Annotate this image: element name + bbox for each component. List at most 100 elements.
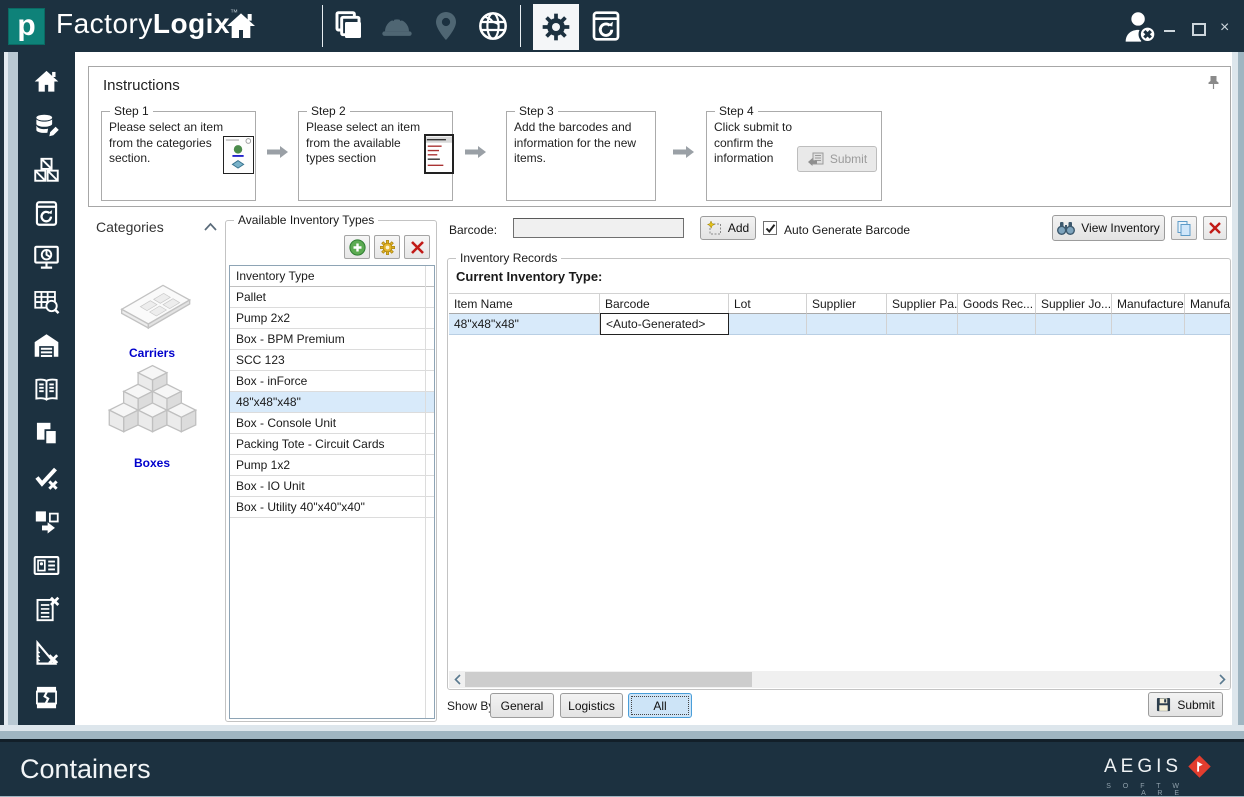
step-arrow-icon xyxy=(465,145,487,159)
column-header[interactable]: Barcode xyxy=(600,293,729,314)
warehouse-icon[interactable] xyxy=(33,332,60,359)
history-book-icon[interactable] xyxy=(33,200,60,227)
id-card-icon[interactable] xyxy=(33,552,60,579)
list-item[interactable]: Box - BPM Premium xyxy=(230,329,434,350)
cell-lot[interactable] xyxy=(729,314,807,335)
list-item[interactable]: Box - inForce xyxy=(230,371,434,392)
view-inventory-button[interactable]: View Inventory xyxy=(1052,215,1165,241)
step-1-label: Step 1 xyxy=(110,104,153,118)
list-item[interactable]: Pallet xyxy=(230,287,434,308)
submit-button[interactable]: Submit xyxy=(1148,692,1223,717)
add-type-button[interactable] xyxy=(344,235,370,259)
scroll-right-arrow[interactable] xyxy=(1214,671,1230,688)
list-x-icon[interactable] xyxy=(33,596,60,623)
list-item[interactable]: Box - Console Unit xyxy=(230,413,434,434)
column-header[interactable]: Supplier Jo... xyxy=(1036,293,1112,314)
aegis-diamond-icon xyxy=(1186,752,1214,782)
table-search-icon[interactable] xyxy=(33,288,60,315)
cell-item-name[interactable]: 48"x48"x48" xyxy=(449,314,600,335)
inventory-records-title: Inventory Records xyxy=(456,251,561,265)
available-types-title: Available Inventory Types xyxy=(234,213,378,227)
column-header[interactable]: Manufac... xyxy=(1185,293,1230,314)
dashboard-monitor-icon[interactable] xyxy=(33,244,60,271)
scroll-left-arrow[interactable] xyxy=(449,671,465,688)
table-row[interactable]: 48"x48"x48" <Auto-Generated> xyxy=(449,314,1230,335)
category-carriers-label[interactable]: Carriers xyxy=(75,346,232,360)
page-title: Containers xyxy=(20,754,151,785)
location-pin-icon[interactable] xyxy=(430,10,462,42)
crates-icon[interactable] xyxy=(33,156,60,183)
show-by-logistics-button[interactable]: Logistics xyxy=(560,693,623,718)
inventory-types-header: Inventory Type xyxy=(230,266,434,287)
check-x-icon[interactable] xyxy=(33,464,60,491)
cell-goods-received[interactable] xyxy=(958,314,1036,335)
ruler-x-icon[interactable] xyxy=(33,640,60,667)
maximize-button[interactable] xyxy=(1192,22,1204,34)
add-button[interactable]: Add xyxy=(700,216,756,240)
copy-button[interactable] xyxy=(1171,216,1197,240)
cell-supplier[interactable] xyxy=(807,314,887,335)
category-carriers[interactable] xyxy=(115,264,195,344)
damaged-box-icon[interactable] xyxy=(33,684,60,711)
category-boxes[interactable] xyxy=(105,362,200,454)
cell-manufacturer[interactable] xyxy=(1112,314,1185,335)
database-edit-icon[interactable] xyxy=(33,112,60,139)
step-1-box: Step 1 Please select an item from the ca… xyxy=(101,111,256,201)
collapse-chevron-icon[interactable] xyxy=(203,222,218,232)
titlebar-separator xyxy=(520,5,521,47)
home-icon[interactable] xyxy=(225,10,257,42)
cell-supplier-job[interactable] xyxy=(1036,314,1112,335)
documents-icon[interactable] xyxy=(33,420,60,447)
column-header[interactable]: Item Name xyxy=(449,293,600,314)
list-item[interactable]: Pump 1x2 xyxy=(230,455,434,476)
list-item[interactable]: Packing Tote - Circuit Cards xyxy=(230,434,434,455)
list-item-selected[interactable]: 48"x48"x48" xyxy=(230,392,434,413)
categories-title: Categories xyxy=(96,219,164,235)
step-2-text: Please select an item from the available… xyxy=(306,120,424,167)
cell-barcode-focused[interactable]: <Auto-Generated> xyxy=(600,313,729,335)
step-submit-button[interactable]: Submit xyxy=(797,146,877,172)
globe-icon[interactable] xyxy=(477,10,509,42)
chevron-left-icon xyxy=(454,674,461,685)
category-boxes-label[interactable]: Boxes xyxy=(75,456,232,470)
gear-yellow-icon xyxy=(379,239,396,256)
list-item[interactable]: SCC 123 xyxy=(230,350,434,371)
minimize-button[interactable] xyxy=(1164,22,1176,34)
column-header[interactable]: Supplier Pa... xyxy=(887,293,958,314)
scrollbar-thumb[interactable] xyxy=(465,672,752,687)
column-header[interactable]: Supplier xyxy=(807,293,887,314)
list-item[interactable]: Box - Utility 40"x40"x40" xyxy=(230,497,434,518)
window-frame-bottom xyxy=(0,725,1244,739)
plus-icon xyxy=(349,239,366,256)
step-4-box: Step 4 Click submit to confirm the infor… xyxy=(706,111,882,201)
hardhat-icon[interactable] xyxy=(381,10,413,42)
list-item[interactable]: Pump 2x2 xyxy=(230,308,434,329)
column-header[interactable]: Lot xyxy=(729,293,807,314)
column-header[interactable]: Manufacturer xyxy=(1112,293,1185,314)
cell-manufacturer-part[interactable] xyxy=(1185,314,1230,335)
titlebar: p FactoryLogix™ xyxy=(0,0,1244,52)
cell-supplier-part[interactable] xyxy=(887,314,958,335)
horizontal-scrollbar[interactable] xyxy=(449,671,1230,688)
user-logout-icon[interactable] xyxy=(1122,8,1160,46)
box-transfer-icon[interactable] xyxy=(33,508,60,535)
edit-type-button[interactable] xyxy=(374,235,400,259)
layers-icon[interactable] xyxy=(333,10,365,42)
available-types-group: Available Inventory Types xyxy=(225,220,437,722)
pin-icon[interactable] xyxy=(1207,75,1220,90)
step-3-text: Add the barcodes and information for the… xyxy=(514,120,646,167)
auto-generate-checkbox[interactable] xyxy=(763,221,777,235)
show-by-general-button[interactable]: General xyxy=(490,693,554,718)
delete-type-button[interactable] xyxy=(404,235,430,259)
step-2-box: Step 2 Please select an item from the av… xyxy=(298,111,453,201)
list-item[interactable]: Box - IO Unit xyxy=(230,476,434,497)
barcode-input[interactable] xyxy=(513,218,684,238)
open-book-icon[interactable] xyxy=(33,376,60,403)
home-icon[interactable] xyxy=(33,68,60,95)
settings-tab-active[interactable] xyxy=(533,4,579,50)
history-book-icon[interactable] xyxy=(590,10,622,42)
show-by-all-button[interactable]: All xyxy=(628,693,692,718)
column-header[interactable]: Goods Rec... xyxy=(958,293,1036,314)
clear-button[interactable] xyxy=(1203,216,1227,240)
close-button[interactable]: × xyxy=(1220,22,1232,34)
